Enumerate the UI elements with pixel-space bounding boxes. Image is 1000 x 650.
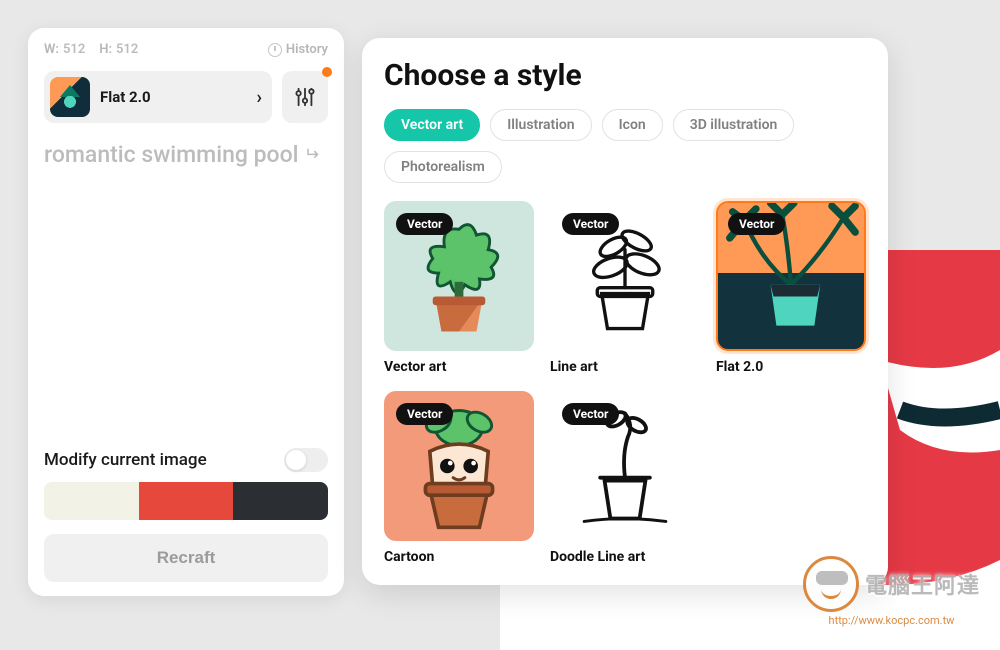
filter-photorealism[interactable]: Photorealism	[384, 151, 502, 183]
sliders-icon	[294, 86, 316, 108]
filter-vector-art[interactable]: Vector art	[384, 109, 480, 141]
palette-swatch-2[interactable]	[139, 482, 234, 520]
style-card-line-art[interactable]: Vector Line art	[550, 201, 700, 375]
prompt-input[interactable]: romantic swimming pool ↵	[44, 139, 328, 448]
clock-icon	[268, 43, 282, 57]
style-card-image: Vector	[550, 201, 700, 351]
palette-swatch-1[interactable]	[44, 482, 139, 520]
vector-badge: Vector	[562, 403, 619, 425]
vector-badge: Vector	[562, 213, 619, 235]
height-label: H:	[99, 42, 112, 57]
notification-dot-icon	[322, 67, 332, 77]
watermark-face-icon	[803, 556, 859, 612]
style-selector-row: Flat 2.0 ›	[44, 71, 328, 123]
prompt-text: romantic swimming pool	[44, 141, 299, 168]
style-picker-panel: Choose a style Vector art Illustration I…	[362, 38, 888, 585]
settings-button[interactable]	[282, 71, 328, 123]
style-card-cartoon[interactable]: Vector Cartoon	[384, 391, 534, 565]
watermark-url: http://www.kocpc.com.tw	[829, 614, 955, 627]
style-card-image: Vector	[384, 391, 534, 541]
chevron-right-icon: ›	[257, 87, 262, 108]
vector-badge: Vector	[396, 403, 453, 425]
modify-label: Modify current image	[44, 450, 207, 470]
modify-toggle[interactable]	[284, 448, 328, 472]
current-style-name: Flat 2.0	[100, 88, 151, 106]
modify-current-row: Modify current image	[44, 448, 328, 472]
height-value: 512	[116, 42, 138, 57]
style-card-image: Vector	[550, 391, 700, 541]
color-palette[interactable]	[44, 482, 328, 520]
height-field[interactable]: H: 512	[99, 42, 138, 57]
width-label: W:	[44, 42, 59, 57]
history-label: History	[286, 42, 328, 57]
style-filter-tabs: Vector art Illustration Icon 3D illustra…	[384, 109, 866, 183]
filter-illustration[interactable]: Illustration	[490, 109, 591, 141]
style-grid: Vector Vector art Vector	[384, 201, 866, 565]
watermark: 電腦王阿達 http://www.kocpc.com.tw	[803, 556, 980, 627]
style-card-vector-art[interactable]: Vector Vector art	[384, 201, 534, 375]
style-card-image: Vector	[716, 201, 866, 351]
vector-badge: Vector	[396, 213, 453, 235]
style-card-flat-2[interactable]: Vector Flat 2.0	[716, 201, 866, 375]
palette-swatch-3[interactable]	[233, 482, 328, 520]
control-sidebar: W: 512 H: 512 History Flat 2.0 ›	[28, 28, 344, 596]
vector-badge: Vector	[728, 213, 785, 235]
filter-3d-illustration[interactable]: 3D illustration	[673, 109, 795, 141]
history-button[interactable]: History	[268, 42, 328, 57]
width-value: 512	[63, 42, 85, 57]
style-card-label: Cartoon	[384, 549, 534, 565]
style-thumbnail	[50, 77, 90, 117]
style-selector[interactable]: Flat 2.0 ›	[44, 71, 272, 123]
filter-icon[interactable]: Icon	[602, 109, 663, 141]
style-card-label: Doodle Line art	[550, 549, 700, 565]
panel-title: Choose a style	[384, 58, 866, 93]
enter-icon: ↵	[304, 143, 319, 167]
dimensions-row: W: 512 H: 512 History	[44, 42, 328, 57]
watermark-text: 電腦王阿達	[865, 568, 980, 600]
style-card-image: Vector	[384, 201, 534, 351]
width-field[interactable]: W: 512	[44, 42, 85, 57]
style-card-label: Line art	[550, 359, 700, 375]
style-card-label: Vector art	[384, 359, 534, 375]
style-card-doodle-line-art[interactable]: Vector Doodle Line art	[550, 391, 700, 565]
recraft-button[interactable]: Recraft	[44, 534, 328, 582]
style-card-label: Flat 2.0	[716, 359, 866, 375]
